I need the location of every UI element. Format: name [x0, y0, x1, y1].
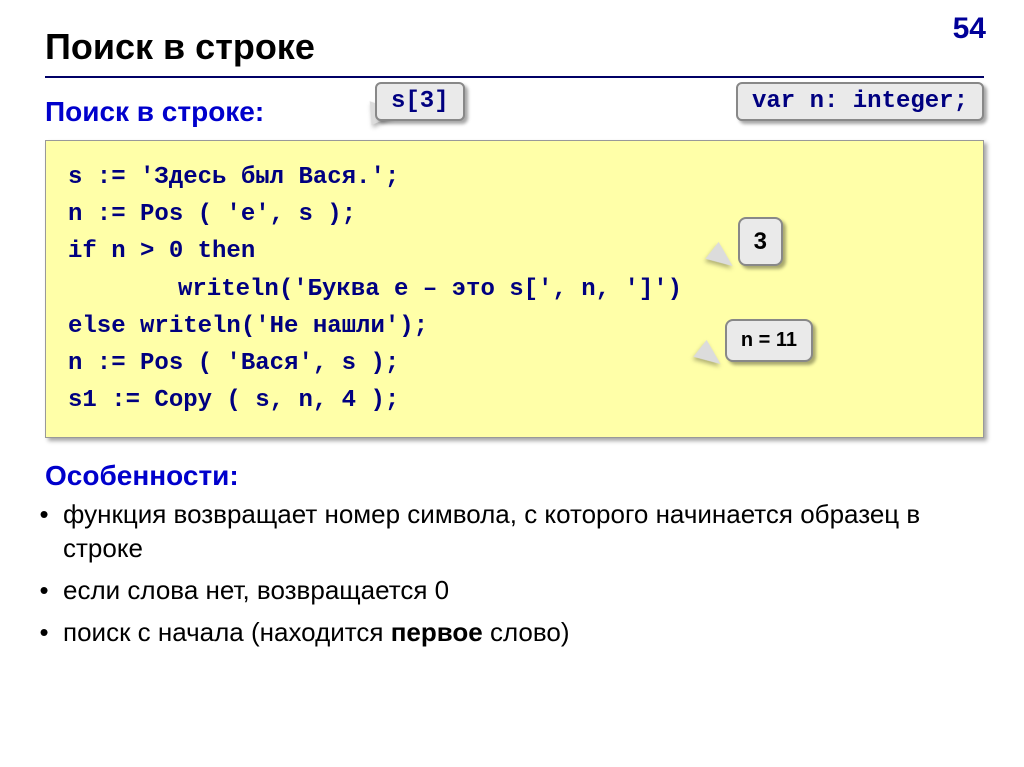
features-heading: Особенности:	[45, 460, 984, 492]
code-line: n := Pos ( 'е', s );	[68, 196, 961, 233]
code-line: writeln('Буква е – это s[', n, ']')	[68, 271, 961, 308]
feature-bold: первое	[391, 617, 483, 647]
page-number: 54	[953, 12, 986, 46]
title-divider	[45, 76, 984, 78]
chip-s3: s[3]	[375, 82, 465, 121]
code-block: s := 'Здесь был Вася.'; n := Pos ( 'е', …	[45, 140, 984, 438]
feature-item: функция возвращает номер символа, с кото…	[63, 498, 984, 566]
feature-item: если слова нет, возвращается 0	[63, 574, 984, 608]
result-badge-n11: n = 11	[725, 319, 813, 362]
feature-item: поиск с начала (находится первое слово)	[63, 616, 984, 650]
result-badge-3: 3	[738, 217, 783, 266]
feature-text: слово)	[483, 617, 570, 647]
code-line: n := Pos ( 'Вася', s );	[68, 345, 961, 382]
code-line: s := 'Здесь был Вася.';	[68, 159, 961, 196]
chip-var-decl: var n: integer;	[736, 82, 984, 121]
code-line: if n > 0 then	[68, 233, 961, 270]
code-line: else writeln('Не нашли');	[68, 308, 961, 345]
feature-text: поиск с начала (находится	[63, 617, 391, 647]
features-list: функция возвращает номер символа, с кото…	[63, 498, 984, 649]
section-subtitle: Поиск в строке:	[45, 96, 264, 128]
slide-title: Поиск в строке	[45, 26, 984, 68]
code-line: s1 := Copy ( s, n, 4 );	[68, 382, 961, 419]
